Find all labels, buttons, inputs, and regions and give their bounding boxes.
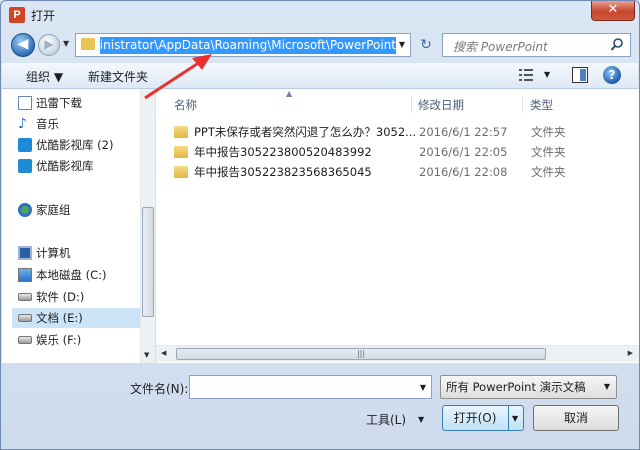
document-icon bbox=[18, 96, 32, 110]
sidebar-scroll-thumb[interactable] bbox=[142, 207, 154, 317]
sidebar-item-computer[interactable]: 计算机 bbox=[18, 243, 146, 263]
scroll-left-icon[interactable]: ◀ bbox=[161, 349, 166, 357]
column-divider[interactable] bbox=[411, 95, 412, 113]
sidebar-item-drive-e[interactable]: 文档 (E:) bbox=[12, 308, 140, 328]
organize-button[interactable]: 组织 ▼ bbox=[26, 68, 63, 85]
system-drive-icon bbox=[18, 268, 32, 282]
address-dropdown-icon[interactable]: ▼ bbox=[396, 36, 408, 54]
address-bar[interactable]: C:\Users\Administrator\AppData\Roaming\M… bbox=[75, 33, 411, 57]
open-button-label: 打开(O) bbox=[453, 411, 497, 425]
open-dropdown-icon[interactable]: ▼ bbox=[512, 414, 518, 423]
sidebar-item-homegroup[interactable]: 家庭组 bbox=[18, 200, 146, 220]
powerpoint-icon: P bbox=[9, 7, 25, 23]
folder-icon bbox=[174, 166, 188, 178]
file-name: 年中报告305223823568365045 bbox=[194, 165, 372, 179]
folder-icon bbox=[81, 38, 95, 50]
view-dropdown-icon[interactable]: ▼ bbox=[544, 70, 550, 79]
search-input[interactable]: 搜索 PowerPoint bbox=[442, 33, 631, 57]
open-split-divider bbox=[508, 406, 509, 430]
file-list: ▲ 名称 修改日期 类型 PPT未保存或者突然闪退了怎么办？3052... 20… bbox=[156, 89, 639, 363]
file-name: PPT未保存或者突然闪退了怎么办？3052... bbox=[194, 125, 416, 139]
file-date: 2016/6/1 22:57 bbox=[419, 125, 508, 139]
file-name: 年中报告305223800520483992 bbox=[194, 145, 372, 159]
list-item[interactable]: 年中报告305223800520483992 2016/6/1 22:05 文件… bbox=[174, 142, 614, 162]
file-type-filter-value: 所有 PowerPoint 演示文稿 bbox=[446, 380, 586, 394]
new-folder-button[interactable]: 新建文件夹 bbox=[88, 68, 148, 85]
open-file-dialog: P 打开 ✕ ◀ ▶ ▼ C:\Users\Administrator\AppD… bbox=[0, 0, 640, 450]
scroll-right-icon[interactable]: ▶ bbox=[628, 349, 633, 357]
sidebar-scrollbar[interactable]: ▼ bbox=[140, 89, 155, 363]
horizontal-scrollbar[interactable]: ◀ ||| ▶ bbox=[156, 345, 639, 362]
file-type: 文件夹 bbox=[531, 165, 566, 179]
horizontal-scroll-thumb[interactable]: ||| bbox=[176, 348, 546, 360]
filename-dropdown-icon[interactable]: ▼ bbox=[420, 383, 426, 392]
column-header-date[interactable]: 修改日期 bbox=[418, 97, 464, 113]
homegroup-icon bbox=[18, 203, 32, 217]
scroll-down-icon[interactable]: ▼ bbox=[144, 351, 149, 359]
list-item[interactable]: 年中报告305223823568365045 2016/6/1 22:08 文件… bbox=[174, 162, 614, 182]
list-item[interactable]: PPT未保存或者突然闪退了怎么办？3052... 2016/6/1 22:57 … bbox=[174, 122, 614, 142]
column-header-name[interactable]: 名称 bbox=[174, 97, 197, 113]
folder-icon bbox=[174, 146, 188, 158]
open-button[interactable]: 打开(O) ▼ bbox=[442, 405, 524, 431]
sidebar-item-drive-f[interactable]: 娱乐 (F:) bbox=[18, 330, 146, 350]
file-type: 文件夹 bbox=[531, 145, 566, 159]
cancel-button[interactable]: 取消 bbox=[533, 405, 619, 431]
video-icon bbox=[18, 138, 32, 152]
search-icon[interactable] bbox=[610, 37, 624, 53]
computer-icon bbox=[18, 246, 32, 260]
close-button[interactable]: ✕ bbox=[591, 1, 635, 21]
file-type-filter[interactable]: 所有 PowerPoint 演示文稿 ▼ bbox=[440, 375, 617, 399]
address-path[interactable]: C:\Users\Administrator\AppData\Roaming\M… bbox=[100, 37, 396, 54]
preview-pane-icon[interactable] bbox=[572, 67, 588, 83]
sidebar-item-xunlei-downloads[interactable]: 迅雷下载 bbox=[18, 93, 146, 113]
column-header-type[interactable]: 类型 bbox=[530, 97, 553, 113]
view-options-icon[interactable] bbox=[519, 68, 533, 82]
sidebar-item-drive-c[interactable]: 本地磁盘 (C:) bbox=[18, 265, 146, 285]
chevron-down-icon: ▼ bbox=[603, 382, 610, 391]
video-icon bbox=[18, 159, 32, 173]
sidebar-item-music[interactable]: ♪ 音乐 bbox=[18, 114, 146, 134]
forward-button[interactable]: ▶ bbox=[38, 34, 60, 56]
refresh-button[interactable]: ↻ bbox=[415, 34, 437, 56]
drive-icon bbox=[18, 293, 32, 301]
drive-icon bbox=[18, 336, 32, 344]
title-bar: P 打开 ✕ bbox=[1, 1, 639, 29]
drive-icon bbox=[18, 314, 32, 322]
recent-locations-dropdown[interactable]: ▼ bbox=[63, 39, 69, 48]
help-icon[interactable]: ? bbox=[603, 66, 621, 84]
sidebar-item-drive-d[interactable]: 软件 (D:) bbox=[18, 287, 146, 307]
sort-ascending-icon: ▲ bbox=[286, 89, 293, 98]
file-date: 2016/6/1 22:05 bbox=[419, 145, 508, 159]
tools-dropdown-icon[interactable]: ▼ bbox=[418, 415, 424, 424]
file-date: 2016/6/1 22:08 bbox=[419, 165, 508, 179]
sidebar-item-youku-library-2[interactable]: 优酷影视库 (2) bbox=[18, 135, 146, 155]
back-button[interactable]: ◀ bbox=[11, 33, 35, 57]
filename-label: 文件名(N): bbox=[130, 382, 189, 396]
sidebar-item-youku-library[interactable]: 优酷影视库 bbox=[18, 156, 146, 176]
column-divider[interactable] bbox=[522, 95, 523, 113]
window-title: 打开 bbox=[31, 9, 56, 23]
music-icon: ♪ bbox=[18, 116, 27, 132]
search-placeholder: 搜索 PowerPoint bbox=[453, 40, 548, 54]
tools-button[interactable]: 工具(L) bbox=[366, 411, 406, 428]
command-bar: 组织 ▼ 新建文件夹 ▼ ? bbox=[2, 63, 638, 89]
address-row: ◀ ▶ ▼ C:\Users\Administrator\AppData\Roa… bbox=[1, 29, 639, 63]
filename-input[interactable]: ▼ bbox=[189, 375, 432, 399]
file-type: 文件夹 bbox=[531, 125, 566, 139]
navigation-pane: 迅雷下载 ♪ 音乐 优酷影视库 (2) 优酷影视库 家庭组 计算机 本地磁盘 (… bbox=[2, 89, 155, 363]
folder-icon bbox=[174, 126, 188, 138]
